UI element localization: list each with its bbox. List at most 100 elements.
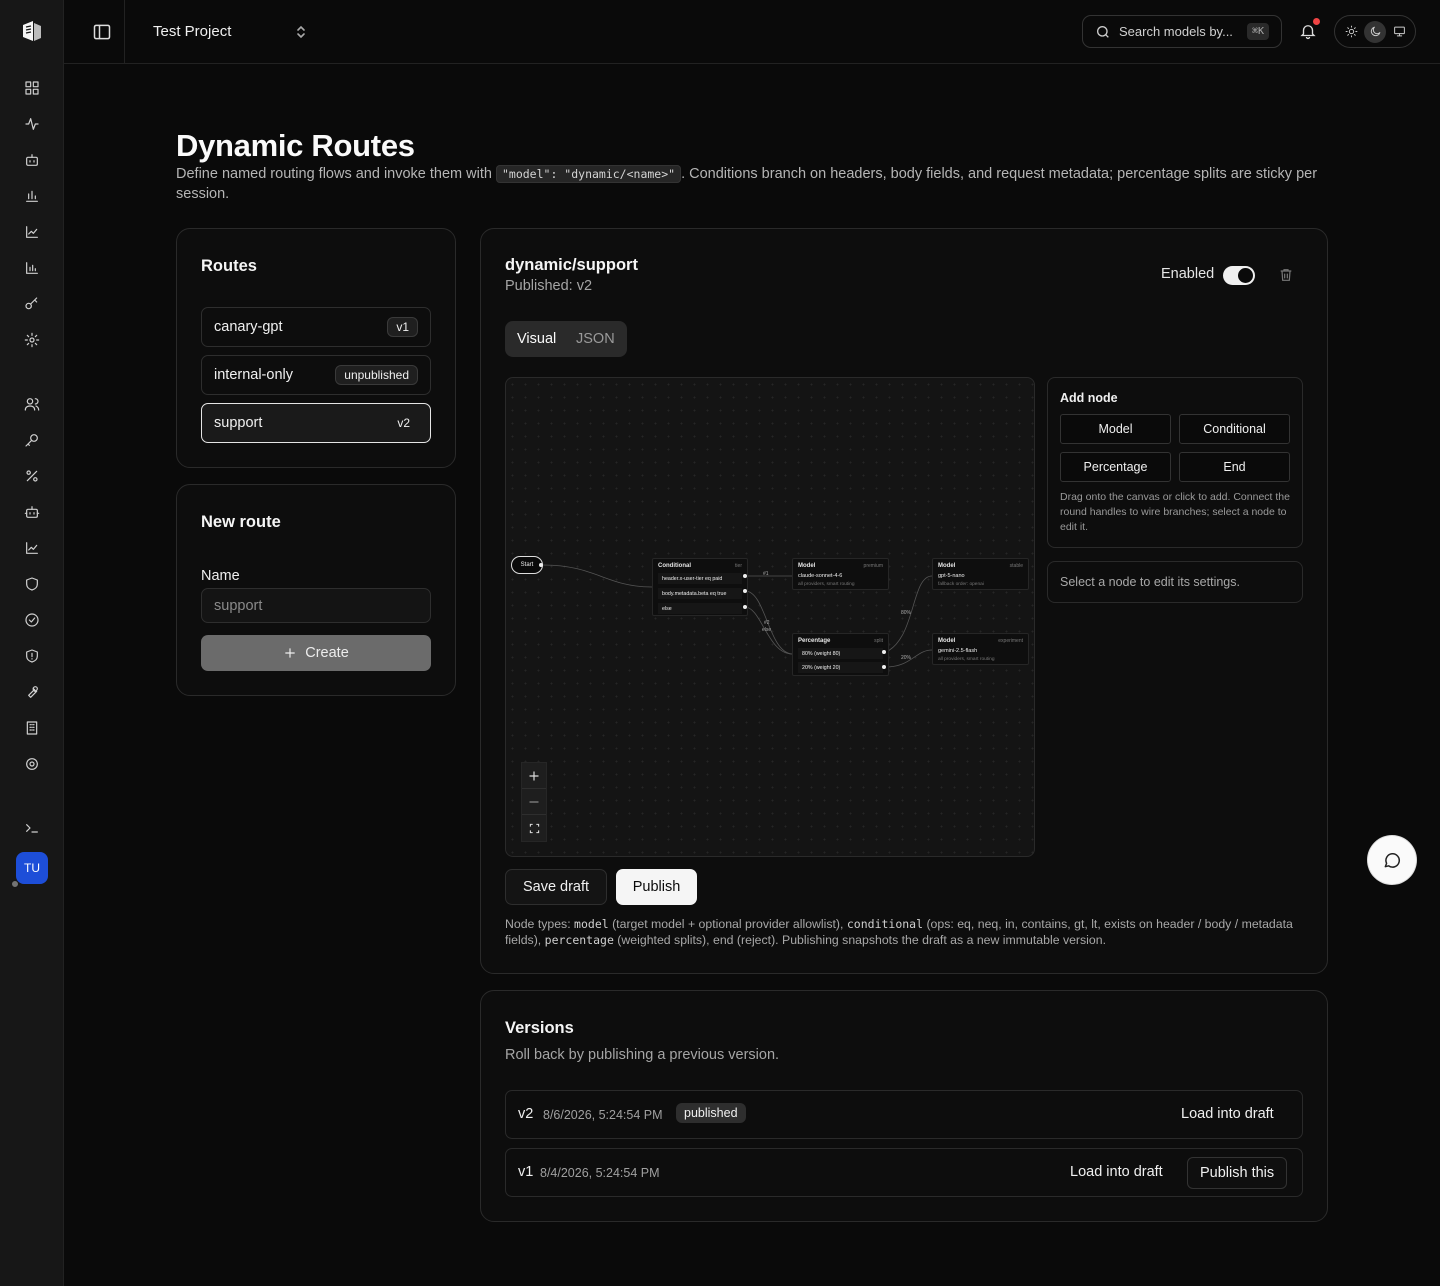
shield-icon[interactable]: [22, 574, 42, 594]
version-date: 8/4/2026, 5:24:54 PM: [540, 1166, 660, 1180]
key-icon[interactable]: [22, 294, 42, 314]
model-name: gemini-2.5-flash: [938, 648, 978, 654]
split-handle[interactable]: [882, 665, 886, 669]
flow-canvas[interactable]: Start Conditional tier header.x-user-tie…: [505, 377, 1035, 857]
route-item-internal-only[interactable]: internal-only unpublished: [201, 355, 431, 395]
add-node-panel: Add node Model Conditional Percentage En…: [1047, 377, 1303, 548]
enabled-toggle[interactable]: [1223, 266, 1255, 285]
load-into-draft-button[interactable]: Load into draft: [1070, 1164, 1163, 1180]
users-icon[interactable]: [22, 394, 42, 414]
route-name-input[interactable]: support: [201, 588, 431, 623]
edge-label: #2: [764, 620, 770, 626]
search-placeholder: Search models by...: [1119, 24, 1233, 39]
zoom-out-button[interactable]: [522, 789, 546, 815]
model-search[interactable]: Search models by... ⌘K: [1082, 15, 1282, 48]
project-selector[interactable]: Test Project: [153, 23, 231, 40]
node-tag: stable: [1009, 563, 1023, 569]
split-row: 20% (weight 20): [798, 662, 883, 673]
node-tag: experiment: [998, 638, 1023, 644]
dashboard-icon[interactable]: [22, 78, 42, 98]
publish-button[interactable]: Publish: [616, 869, 697, 905]
model-node-experiment[interactable]: Model experiment gemini-2.5-flash all pr…: [932, 633, 1029, 665]
add-end-node-button[interactable]: End: [1179, 452, 1290, 482]
route-name: internal-only: [214, 367, 293, 383]
note-text: Node types:: [505, 917, 575, 931]
tab-json[interactable]: JSON: [576, 331, 615, 347]
app-logo-icon[interactable]: [20, 19, 44, 43]
gear-icon[interactable]: [22, 754, 42, 774]
shield-alert-icon[interactable]: [22, 646, 42, 666]
building-icon[interactable]: [22, 718, 42, 738]
route-item-support[interactable]: support v2: [201, 403, 431, 443]
node-title: Percentage: [798, 638, 831, 644]
percentage-node[interactable]: Percentage split 80% (weight 80) 20% (we…: [792, 633, 889, 676]
branch-handle[interactable]: [743, 574, 747, 578]
trash-icon[interactable]: [1278, 267, 1294, 283]
model-node-premium[interactable]: Model premium claude-sonnet-4-6 all prov…: [792, 558, 889, 590]
version-row: v1 8/4/2026, 5:24:54 PM Load into draft …: [505, 1148, 1303, 1197]
note-text: (target model + optional provider allowl…: [608, 917, 847, 931]
trend-icon[interactable]: [22, 538, 42, 558]
route-editor-card: dynamic/support Published: v2 Enabled Vi…: [480, 228, 1328, 974]
flow-edges: [542, 564, 933, 668]
add-node-title: Add node: [1060, 391, 1118, 405]
new-route-title: New route: [201, 513, 281, 531]
zoom-in-button[interactable]: [522, 763, 546, 789]
route-item-canary-gpt[interactable]: canary-gpt v1: [201, 307, 431, 347]
add-model-node-button[interactable]: Model: [1060, 414, 1171, 444]
condition-row: body.metadata.beta eq true: [658, 588, 742, 599]
settings-icon[interactable]: [22, 330, 42, 350]
column-chart-icon[interactable]: [22, 258, 42, 278]
node-title: Model: [798, 563, 816, 569]
search-icon: [1097, 25, 1109, 38]
split-handle[interactable]: [882, 650, 886, 654]
wrench-icon[interactable]: [22, 682, 42, 702]
add-percentage-node-button[interactable]: Percentage: [1060, 452, 1171, 482]
add-conditional-node-button[interactable]: Conditional: [1179, 414, 1290, 444]
node-settings-panel: Select a node to edit its settings.: [1047, 561, 1303, 603]
bar-chart-icon[interactable]: [22, 186, 42, 206]
dark-theme-button[interactable]: [1364, 20, 1386, 43]
terminal-icon[interactable]: [22, 818, 42, 838]
split-row: 80% (weight 80): [798, 648, 883, 659]
route-name: canary-gpt: [214, 319, 283, 335]
save-draft-button[interactable]: Save draft: [505, 869, 607, 905]
create-label: Create: [305, 645, 349, 661]
branch-handle[interactable]: [743, 605, 747, 609]
agent-icon[interactable]: [22, 502, 42, 522]
light-theme-button[interactable]: [1340, 21, 1362, 43]
search-shortcut: ⌘K: [1246, 23, 1269, 40]
fit-view-button[interactable]: [522, 815, 546, 841]
publish-this-button[interactable]: Publish this: [1187, 1157, 1288, 1189]
chat-button[interactable]: [1368, 836, 1416, 884]
percent-icon[interactable]: [22, 466, 42, 486]
sidebar-toggle-icon[interactable]: [92, 22, 112, 42]
model-node-stable[interactable]: Model stable gpt-5-nano fallback order: …: [932, 558, 1029, 590]
chevron-up-down-icon[interactable]: [293, 23, 309, 41]
tab-visual[interactable]: Visual: [517, 331, 556, 347]
node-tag: premium: [863, 563, 883, 569]
line-chart-icon[interactable]: [22, 222, 42, 242]
name-label: Name: [201, 568, 240, 584]
system-theme-button[interactable]: [1388, 21, 1410, 43]
load-into-draft-button[interactable]: Load into draft: [1181, 1106, 1274, 1122]
published-status: Published: v2: [505, 278, 593, 294]
page-description: Define named routing flows and invoke th…: [176, 164, 1326, 204]
conditional-node[interactable]: Conditional tier header.x-user-tier eq p…: [652, 558, 748, 616]
bot-icon[interactable]: [22, 150, 42, 170]
model-providers: all providers, smart routing: [938, 657, 995, 662]
start-handle[interactable]: [539, 563, 543, 567]
theme-switcher: [1334, 15, 1416, 48]
activity-icon[interactable]: [22, 114, 42, 134]
avatar[interactable]: TU: [16, 852, 48, 884]
check-circle-icon[interactable]: [22, 610, 42, 630]
branch-handle[interactable]: [743, 589, 747, 593]
moon-icon: [1370, 26, 1380, 37]
condition-row: header.x-user-tier eq paid: [658, 573, 742, 584]
create-button[interactable]: Create: [201, 635, 431, 671]
version-row: v2 8/6/2026, 5:24:54 PM published Load i…: [505, 1090, 1303, 1139]
api-key-icon[interactable]: [22, 430, 42, 450]
condition-row: else: [658, 603, 742, 614]
model-providers: fallback order: openai: [938, 582, 984, 587]
note-code: conditional: [846, 917, 924, 931]
